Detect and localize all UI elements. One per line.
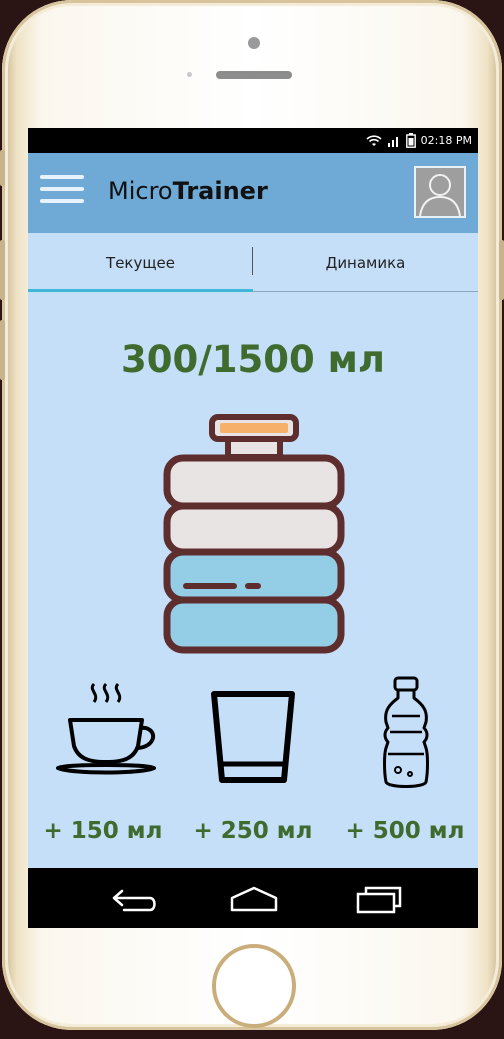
app-title-light: Micro [108, 177, 173, 205]
app-title: MicroTrainer [108, 177, 268, 205]
back-icon[interactable] [106, 878, 166, 918]
add-150-label[interactable]: + 150 мл [38, 818, 168, 844]
wifi-icon [366, 134, 382, 146]
avatar[interactable] [414, 166, 466, 218]
recent-apps-icon[interactable] [350, 878, 410, 918]
app-screen: 02:18 PM MicroTrainer Текущее Динамика 3… [28, 128, 478, 928]
tab-bar: Текущее Динамика [28, 233, 478, 292]
proximity-sensor [187, 72, 192, 77]
water-bottle-icon[interactable] [376, 676, 436, 796]
front-camera [248, 37, 260, 49]
coffee-cup-icon[interactable] [52, 676, 162, 786]
mute-switch [0, 150, 5, 186]
water-jug-icon [163, 414, 345, 654]
volume-up-button [0, 240, 5, 300]
volume-down-button [0, 320, 5, 380]
tab-current[interactable]: Текущее [28, 233, 253, 292]
battery-icon [405, 133, 416, 148]
user-profile-icon [419, 174, 461, 216]
app-title-bold: Trainer [172, 177, 268, 205]
water-counter: 300/1500 мл [121, 338, 385, 381]
add-500-label[interactable]: + 500 мл [340, 818, 470, 844]
signal-icon [387, 136, 398, 147]
status-bar: 02:18 PM [28, 128, 478, 153]
home-icon[interactable] [224, 878, 284, 918]
menu-icon[interactable] [40, 175, 84, 211]
power-button [499, 240, 504, 300]
add-250-label[interactable]: + 250 мл [188, 818, 318, 844]
app-bar: MicroTrainer [28, 153, 478, 233]
glass-icon[interactable] [208, 676, 298, 786]
android-nav-bar [28, 868, 478, 928]
tab-dynamics[interactable]: Динамика [253, 233, 478, 291]
status-time: 02:18 PM [420, 134, 472, 147]
earpiece-speaker [216, 71, 292, 79]
home-button[interactable] [212, 944, 296, 1028]
